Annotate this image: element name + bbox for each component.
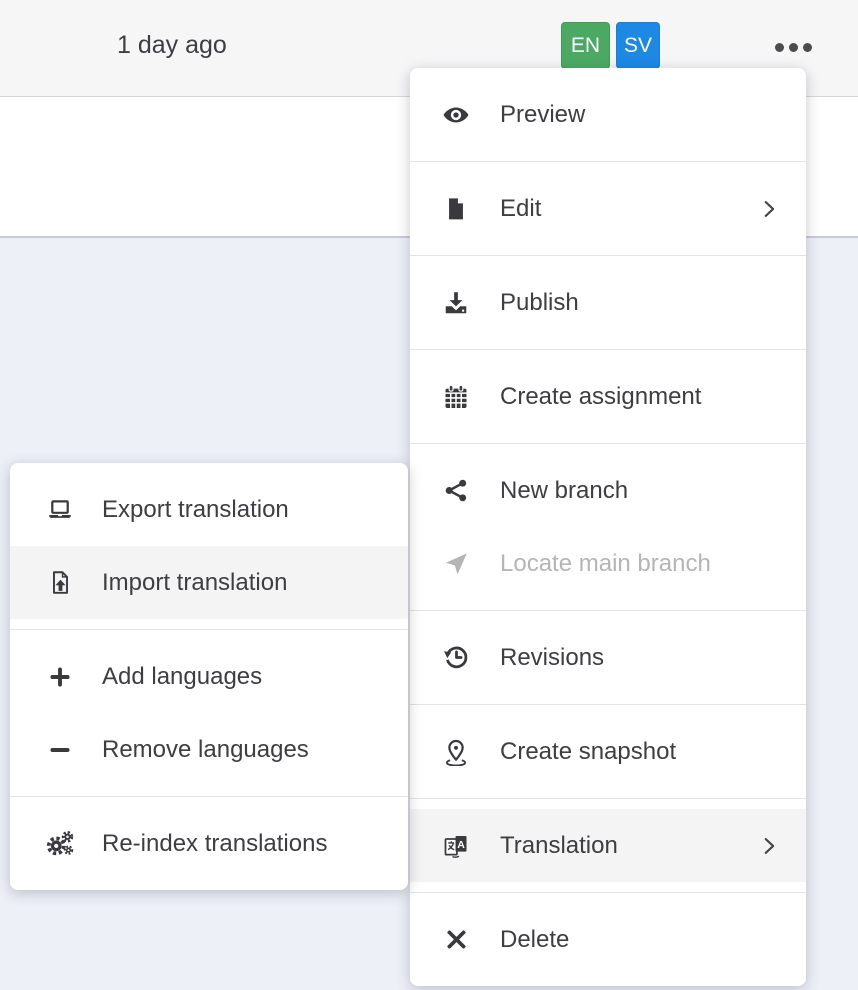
menu-item-label: Import translation xyxy=(102,569,287,597)
menu-item-new-branch[interactable]: New branch xyxy=(410,454,806,527)
menu-item-translation[interactable]: A Translation xyxy=(410,809,806,882)
menu-item-create-snapshot[interactable]: Create snapshot xyxy=(410,715,806,788)
menu-item-label: Locate main branch xyxy=(500,550,711,578)
menu-group: Delete xyxy=(410,893,806,986)
menu-item-label: Preview xyxy=(500,101,585,129)
laptop-icon xyxy=(44,496,76,524)
menu-group: Preview xyxy=(410,68,806,161)
menu-item-reindex-translations[interactable]: Re-index translations xyxy=(10,807,408,880)
menu-item-locate-main-branch: Locate main branch xyxy=(410,527,806,600)
language-badge-label: SV xyxy=(624,34,652,58)
menu-item-preview[interactable]: Preview xyxy=(410,78,806,151)
menu-item-edit[interactable]: Edit xyxy=(410,172,806,245)
menu-item-label: Create assignment xyxy=(500,383,701,411)
menu-item-revisions[interactable]: Revisions xyxy=(410,621,806,694)
map-marker-icon xyxy=(440,738,472,766)
menu-item-label: Create snapshot xyxy=(500,738,676,766)
share-icon xyxy=(440,477,472,504)
menu-group: Export translation Import translation xyxy=(10,463,408,629)
menu-item-add-languages[interactable]: Add languages xyxy=(10,640,408,713)
menu-group: Add languages Remove languages xyxy=(10,630,408,796)
file-icon xyxy=(440,195,472,223)
language-badge-label: EN xyxy=(571,34,600,58)
timestamp: 1 day ago xyxy=(117,31,227,60)
file-upload-icon xyxy=(44,568,76,597)
language-icon: A xyxy=(440,832,472,860)
menu-item-label: Remove languages xyxy=(102,736,309,764)
chevron-right-icon xyxy=(758,835,780,857)
menu-group: Create snapshot xyxy=(410,705,806,798)
menu-group: Revisions xyxy=(410,611,806,704)
menu-item-delete[interactable]: Delete xyxy=(410,903,806,976)
menu-item-label: Translation xyxy=(500,832,618,860)
plus-icon xyxy=(44,664,76,690)
menu-item-label: Edit xyxy=(500,195,541,223)
menu-item-publish[interactable]: Publish xyxy=(410,266,806,339)
menu-item-label: Revisions xyxy=(500,644,604,672)
menu-item-label: Delete xyxy=(500,926,569,954)
delete-icon xyxy=(440,927,472,952)
menu-group: Create assignment xyxy=(410,350,806,443)
menu-item-label: Re-index translations xyxy=(102,830,327,858)
calendar-icon xyxy=(440,383,472,411)
menu-group: New branch Locate main branch xyxy=(410,444,806,610)
minus-icon xyxy=(44,737,76,763)
language-badge-sv[interactable]: SV xyxy=(616,22,660,69)
more-options-button[interactable] xyxy=(770,30,816,64)
history-icon xyxy=(440,643,472,672)
menu-group: A Translation xyxy=(410,799,806,892)
menu-group: Edit xyxy=(410,162,806,255)
context-menu: Preview Edit Publish Create as xyxy=(410,68,806,986)
menu-item-label: Export translation xyxy=(102,496,289,524)
location-arrow-icon xyxy=(440,551,472,577)
menu-item-remove-languages[interactable]: Remove languages xyxy=(10,713,408,786)
menu-group: Re-index translations xyxy=(10,797,408,890)
menu-item-import-translation[interactable]: Import translation xyxy=(10,546,408,619)
eye-icon xyxy=(440,101,472,129)
gears-icon xyxy=(44,829,76,859)
language-badge-en[interactable]: EN xyxy=(561,22,610,69)
menu-item-label: New branch xyxy=(500,477,628,505)
menu-item-create-assignment[interactable]: Create assignment xyxy=(410,360,806,433)
menu-group: Publish xyxy=(410,256,806,349)
ellipsis-icon xyxy=(775,43,812,52)
menu-item-label: Publish xyxy=(500,289,579,317)
chevron-right-icon xyxy=(758,198,780,220)
menu-item-label: Add languages xyxy=(102,663,262,691)
svg-text:A: A xyxy=(457,838,465,850)
download-icon xyxy=(440,289,472,317)
translation-submenu: Export translation Import translation Ad… xyxy=(10,463,408,890)
menu-item-export-translation[interactable]: Export translation xyxy=(10,473,408,546)
